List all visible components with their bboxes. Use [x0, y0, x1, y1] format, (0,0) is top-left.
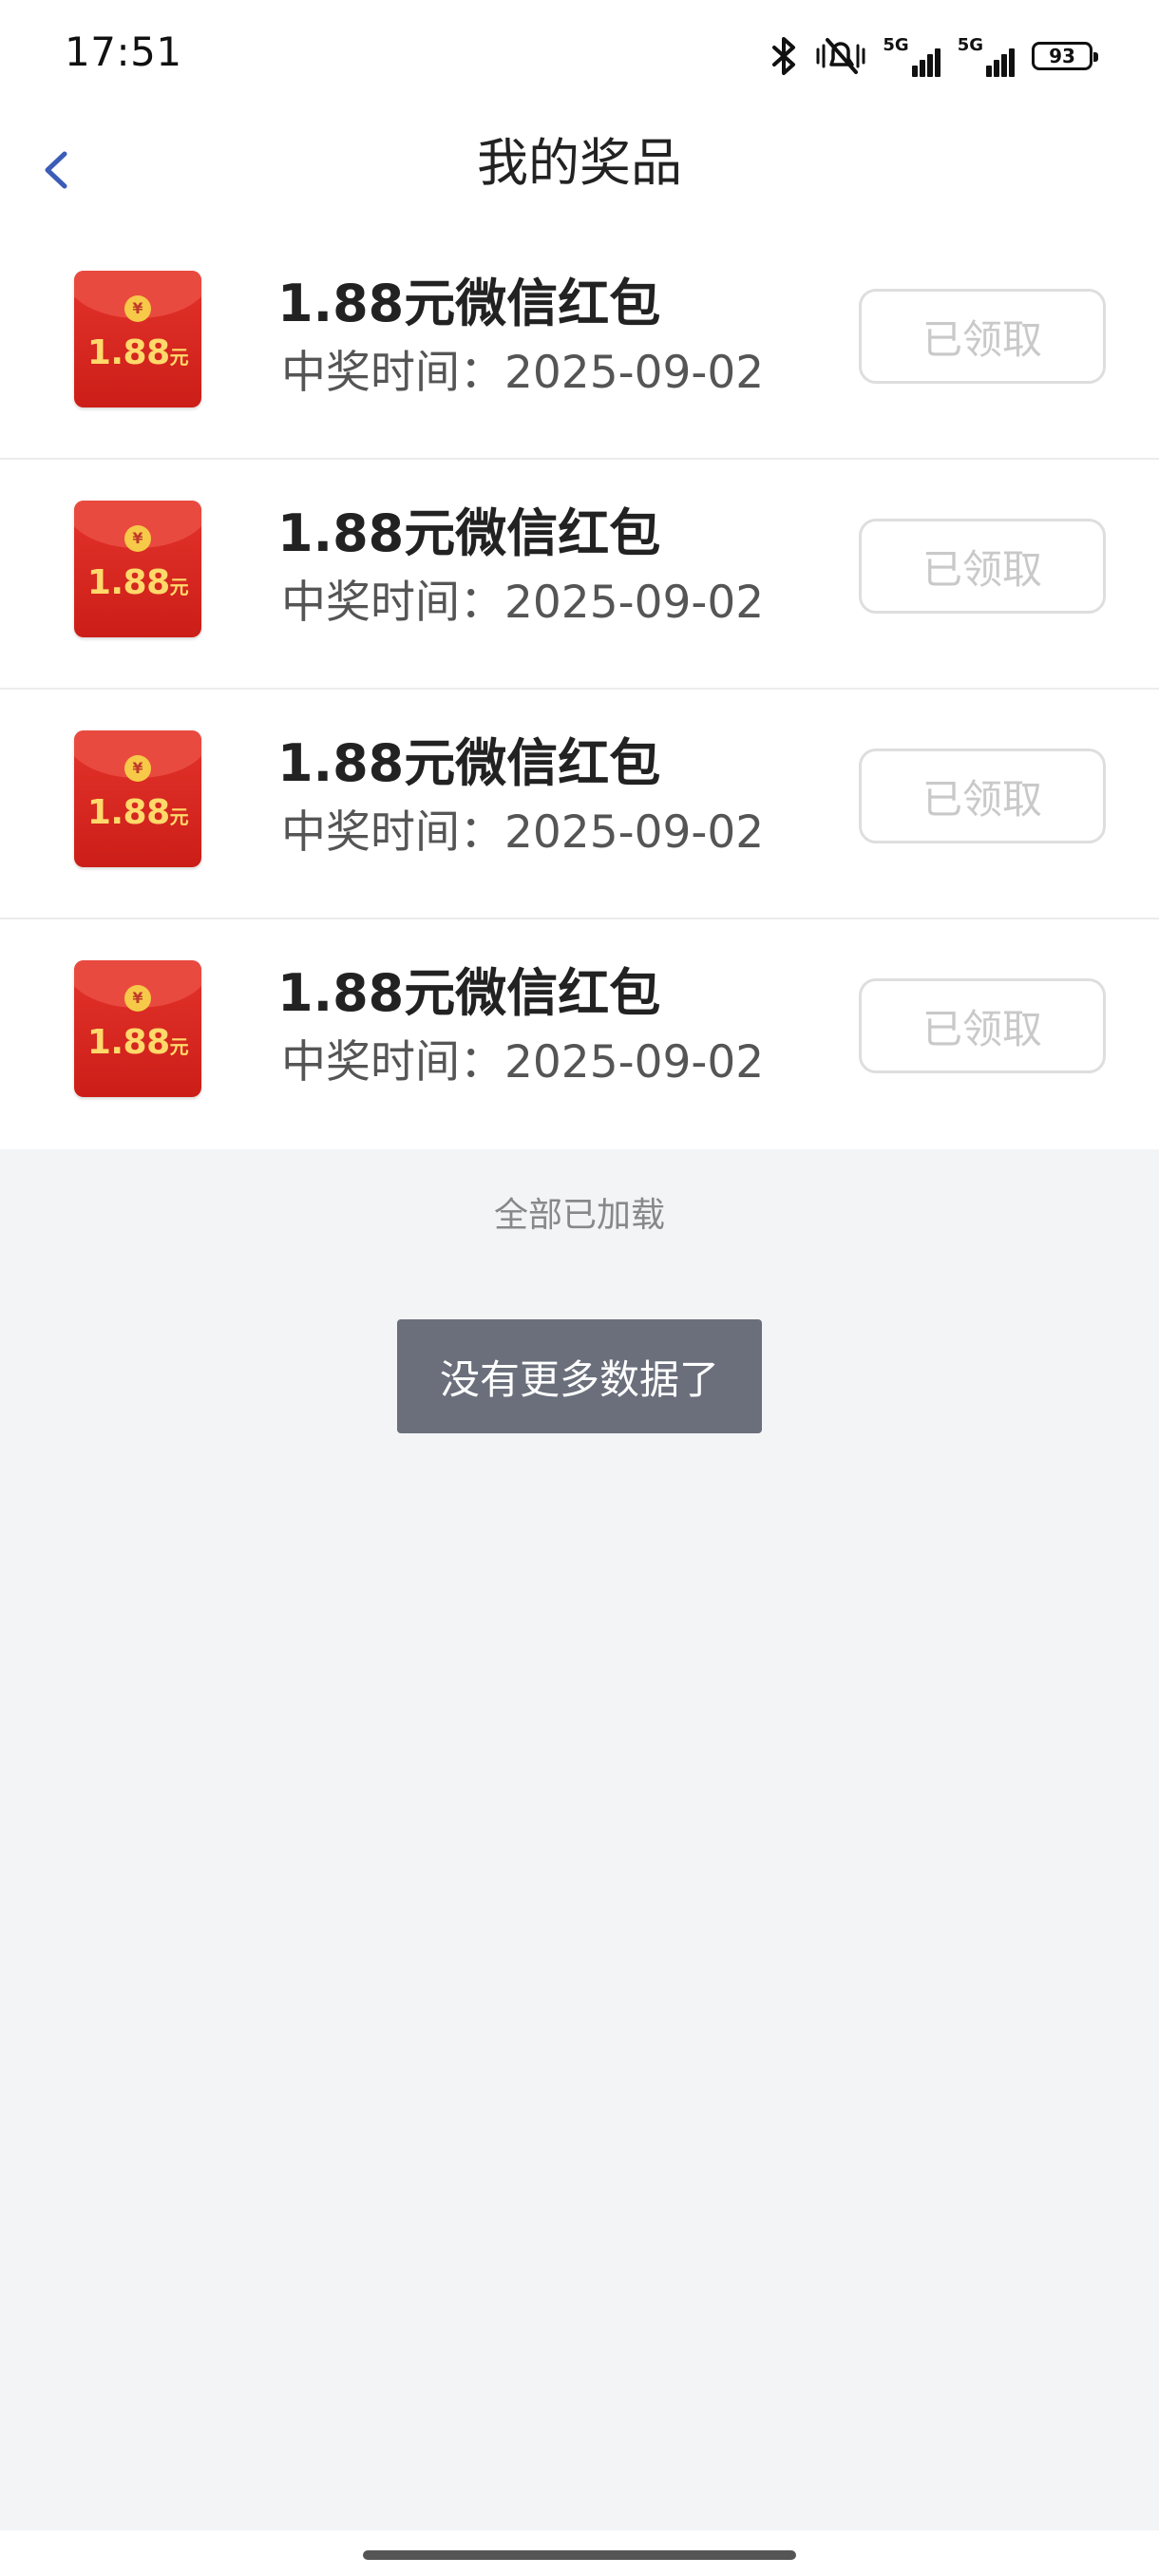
claimed-button[interactable]: 已领取 [859, 289, 1106, 384]
signal-5g-icon: 5G [958, 35, 1015, 77]
signal-label: 5G [957, 35, 983, 55]
list-item: ¥ 1.88元 1.88元微信红包 中奖时间：2025-09-02 已领取 [0, 460, 1159, 690]
screen: 17:51 5G 5G 93 我的奖品 ¥ 1.88元 1.88元微信红包 中奖… [0, 0, 1159, 2576]
envelope-amount: 1.88 [86, 333, 170, 372]
prize-title: 1.88元微信红包 [277, 503, 661, 563]
signal-label: 5G [883, 35, 909, 55]
prize-date: 中奖时间：2025-09-02 [281, 806, 765, 859]
nav-bar: 我的奖品 [0, 106, 1159, 230]
claimed-button[interactable]: 已领取 [859, 978, 1106, 1073]
red-envelope-icon: ¥ 1.88元 [74, 960, 201, 1097]
envelope-unit: 元 [169, 346, 189, 369]
red-envelope-icon: ¥ 1.88元 [74, 501, 201, 637]
bluetooth-icon [772, 37, 796, 75]
envelope-amount: 1.88 [86, 563, 170, 602]
page-title: 我的奖品 [477, 133, 682, 193]
signal-5g-icon: 5G [883, 35, 940, 77]
list-item: ¥ 1.88元 1.88元微信红包 中奖时间：2025-09-02 已领取 [0, 690, 1159, 919]
status-icons: 5G 5G 93 [770, 32, 1098, 80]
envelope-amount: 1.88 [86, 793, 170, 832]
prize-title: 1.88元微信红包 [277, 274, 661, 333]
prize-title: 1.88元微信红包 [277, 963, 661, 1023]
claimed-button[interactable]: 已领取 [859, 519, 1106, 614]
claimed-button[interactable]: 已领取 [859, 748, 1106, 843]
all-loaded-text: 全部已加载 [493, 1196, 665, 1235]
prize-date: 中奖时间：2025-09-02 [281, 577, 765, 629]
envelope-unit: 元 [169, 1035, 189, 1058]
list-item: ¥ 1.88元 1.88元微信红包 中奖时间：2025-09-02 已领取 [0, 230, 1159, 460]
battery-icon: 93 [1032, 42, 1098, 70]
red-envelope-icon: ¥ 1.88元 [74, 730, 201, 867]
status-bar: 17:51 5G 5G 93 [0, 0, 1159, 106]
home-indicator[interactable] [363, 2550, 796, 2560]
mute-icon [816, 38, 865, 74]
red-envelope-icon: ¥ 1.88元 [74, 271, 201, 407]
prize-date: 中奖时间：2025-09-02 [281, 1036, 765, 1089]
list-item: ¥ 1.88元 1.88元微信红包 中奖时间：2025-09-02 已领取 [0, 919, 1159, 1149]
status-time: 17:51 [65, 28, 182, 75]
toast-message: 没有更多数据了 [397, 1319, 762, 1433]
prize-date: 中奖时间：2025-09-02 [281, 347, 765, 399]
prize-list: ¥ 1.88元 1.88元微信红包 中奖时间：2025-09-02 已领取 ¥ … [0, 230, 1159, 1149]
envelope-amount: 1.88 [86, 1023, 170, 1062]
envelope-unit: 元 [169, 576, 189, 598]
envelope-unit: 元 [169, 805, 189, 828]
prize-title: 1.88元微信红包 [277, 733, 661, 793]
